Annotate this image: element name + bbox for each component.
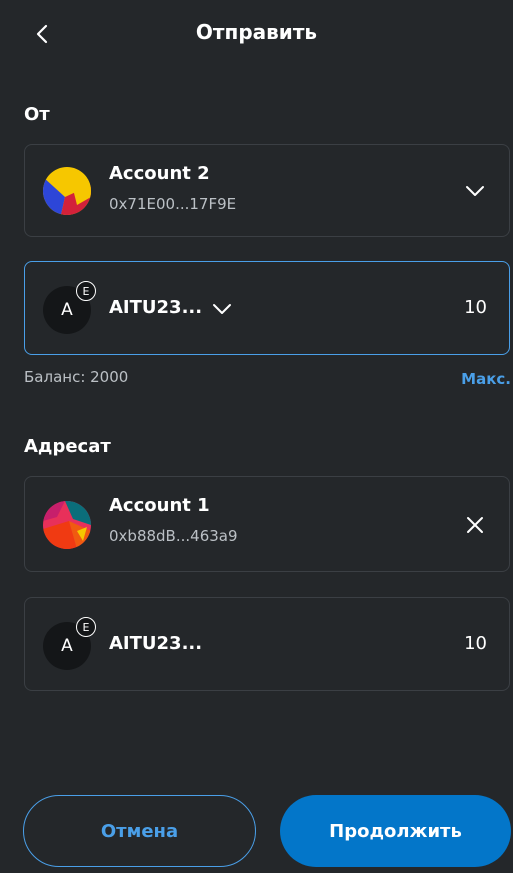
avatar	[43, 167, 91, 215]
token-dropdown-button[interactable]	[211, 298, 233, 320]
balance-text: Баланс: 2000	[24, 368, 129, 386]
page-title: Отправить	[195, 20, 318, 44]
close-icon	[467, 517, 483, 533]
account-address: 0x71E00...17F9E	[109, 195, 237, 213]
clear-recipient-button[interactable]	[463, 513, 487, 537]
chevron-down-icon	[466, 186, 484, 196]
received-amount: 10	[464, 633, 487, 654]
recipient-account-card: Account 1 0xb88dB...463a9	[24, 476, 510, 572]
token-name: AITU23...	[109, 633, 203, 654]
amount-input[interactable]: 10	[464, 297, 487, 318]
account-address: 0xb88dB...463a9	[109, 527, 238, 545]
continue-button[interactable]: Продолжить	[280, 795, 511, 867]
chevron-down-icon	[213, 304, 231, 314]
avatar	[43, 501, 91, 549]
token-name: AITU23...	[109, 297, 203, 318]
network-badge: E	[76, 281, 96, 301]
cancel-button[interactable]: Отмена	[23, 795, 256, 867]
header: Отправить	[0, 0, 513, 68]
from-account-selector[interactable]: Account 2 0x71E00...17F9E	[24, 144, 510, 237]
account-name: Account 1	[109, 495, 210, 516]
recipient-label: Адресат	[24, 436, 111, 457]
from-label: От	[24, 104, 50, 125]
account-name: Account 2	[109, 163, 210, 184]
network-badge: E	[76, 617, 96, 637]
account-dropdown-button[interactable]	[463, 179, 487, 203]
max-button[interactable]: Макс.	[461, 370, 511, 388]
recipient-token-card: A E AITU23... 10	[24, 597, 510, 691]
from-token-input[interactable]: A E AITU23... 10	[24, 261, 510, 355]
